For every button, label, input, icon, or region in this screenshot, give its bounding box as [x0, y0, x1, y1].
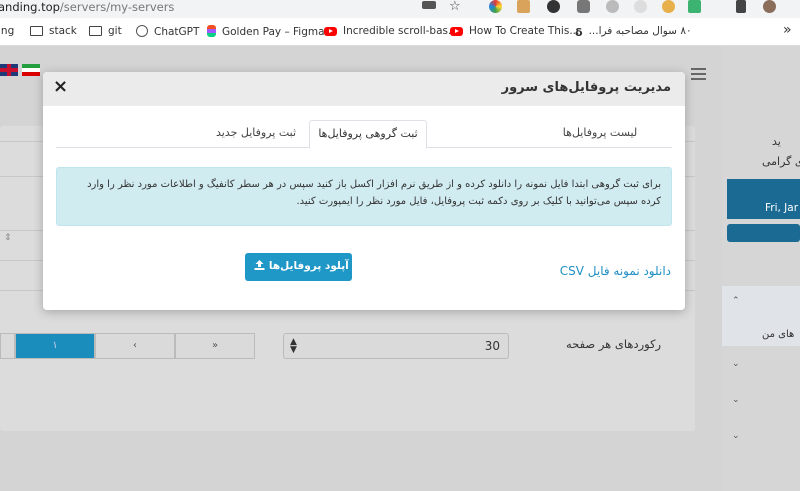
- folder-icon: [30, 26, 43, 36]
- prev-page-button[interactable]: ‹: [95, 333, 175, 359]
- language-switcher: [0, 64, 40, 76]
- bookmarks-overflow-button[interactable]: »: [783, 22, 792, 38]
- tab-profiles-list[interactable]: لیست پروفایل‌ها: [542, 120, 658, 148]
- bookmarks-bar: ing stack git ChatGPT Golden Pay – Figma…: [0, 18, 800, 46]
- google-icon[interactable]: [634, 0, 647, 13]
- bookmark-label: Golden Pay – Figma: [222, 26, 325, 38]
- chevron-down-icon[interactable]: ⌄: [732, 395, 740, 405]
- bookmark-label: ChatGPT: [154, 26, 200, 38]
- per-page-select[interactable]: ▲ ▼ 30: [283, 333, 509, 359]
- extension-feather-icon[interactable]: [662, 0, 675, 13]
- extension-color-icon[interactable]: [489, 0, 502, 13]
- first-page-button[interactable]: »: [175, 333, 255, 359]
- close-icon[interactable]: ×: [53, 76, 68, 98]
- uk-flag-icon[interactable]: [0, 64, 18, 76]
- bookmark-interview[interactable]: δ ۸۰ سوال مصاحبه فرا...: [575, 25, 692, 39]
- upload-icon: [254, 260, 265, 270]
- camera-icon[interactable]: [577, 0, 590, 13]
- url-host: anding.top: [0, 0, 60, 14]
- bookmark-label: stack: [49, 25, 77, 37]
- extension-green-icon[interactable]: [688, 0, 701, 13]
- extension-b-icon[interactable]: [547, 0, 560, 13]
- bookmark-label: How To Create This...: [469, 25, 580, 37]
- star-icon[interactable]: ☆: [449, 0, 462, 14]
- profile-avatar-icon[interactable]: [763, 0, 776, 13]
- per-page-label: رکوردهای هر صفحه: [566, 337, 662, 351]
- bookmark-stack[interactable]: stack: [30, 25, 77, 37]
- page-button[interactable]: [0, 333, 15, 359]
- figma-icon: [207, 25, 216, 37]
- page-button-current[interactable]: ۱: [15, 333, 95, 359]
- per-page-value: 30: [484, 339, 500, 353]
- chatgpt-icon: [136, 25, 148, 37]
- download-csv-sample-link[interactable]: دانلود نمونه فایل CSV: [560, 264, 671, 278]
- sidebar-date: Fri, Jar: [765, 202, 799, 214]
- pagination: ۱ ‹ »: [0, 333, 255, 359]
- bookmark-label: git: [108, 25, 122, 37]
- browser-url-bar[interactable]: anding.top/servers/my-servers ☆: [0, 0, 800, 18]
- sidebar-greeting: ید: [772, 135, 781, 148]
- youtube-icon: [450, 27, 463, 36]
- url-text[interactable]: anding.top/servers/my-servers: [0, 0, 174, 14]
- info-alert: برای ثبت گروهی ابتدا فایل نمونه را دانلو…: [56, 167, 672, 226]
- sidebar-action-button[interactable]: [727, 224, 800, 242]
- upload-button-label: آپلود پروفایل‌ها: [268, 260, 349, 272]
- bookmark-label: ۸۰ سوال مصاحبه فرا...: [588, 25, 692, 37]
- modal-tabs: لیست پروفایل‌ها ثبت گروهی پروفایل‌ها ثبت…: [56, 120, 672, 149]
- modal-header: × مدیریت پروفایل‌های سرور: [43, 72, 685, 106]
- key-icon[interactable]: [422, 1, 436, 9]
- bookmark-label: Incredible scroll-bas...: [343, 25, 458, 37]
- chevron-up-icon[interactable]: ⌃: [732, 296, 740, 306]
- folder-icon: [89, 26, 102, 36]
- alert-text: برای ثبت گروهی ابتدا فایل نمونه را دانلو…: [87, 179, 661, 207]
- tab-new-profile[interactable]: ثبت پروفایل جدید: [206, 120, 306, 148]
- sidebar-item-label[interactable]: های من: [762, 329, 794, 340]
- youtube-icon: [324, 27, 337, 36]
- right-sidebar: ید ی گرامی Fri, Jar ⌃ های من ⌄ ⌄ ⌄: [722, 46, 800, 491]
- bookmark-youtube-1[interactable]: Incredible scroll-bas...: [324, 25, 458, 37]
- select-arrows-icon: ▲ ▼: [290, 337, 297, 355]
- bookmark-youtube-2[interactable]: How To Create This...: [450, 25, 579, 37]
- bookmark-label: ing: [0, 25, 15, 37]
- server-profiles-modal: × مدیریت پروفایل‌های سرور لیست پروفایل‌ه…: [43, 72, 685, 310]
- bookmark-item[interactable]: ing: [0, 25, 14, 37]
- extension-c-icon[interactable]: [606, 0, 619, 13]
- hamburger-menu-icon[interactable]: [691, 68, 706, 80]
- modal-title: مدیریت پروفایل‌های سرور: [501, 80, 671, 95]
- sort-icon[interactable]: ⇕: [4, 233, 12, 243]
- extension-fox-icon[interactable]: [517, 0, 530, 13]
- sidebar-date-box: Fri, Jar: [727, 179, 800, 219]
- bookmark-git[interactable]: git: [89, 25, 122, 37]
- site-logo-icon: δ: [575, 26, 583, 39]
- bookmark-chatgpt[interactable]: ChatGPT: [136, 25, 199, 38]
- chevron-down-icon[interactable]: ⌄: [732, 359, 740, 369]
- bookmark-figma[interactable]: Golden Pay – Figma: [207, 25, 325, 38]
- tab-bulk-register[interactable]: ثبت گروهی پروفایل‌ها: [309, 120, 427, 149]
- chevron-down-icon[interactable]: ⌄: [732, 431, 740, 441]
- iran-flag-icon[interactable]: [22, 64, 40, 76]
- url-path: /servers/my-servers: [59, 0, 175, 14]
- sidebar-user-name: ی گرامی: [762, 155, 800, 168]
- upload-profiles-button[interactable]: آپلود پروفایل‌ها: [245, 253, 352, 281]
- sidepanel-icon[interactable]: [736, 0, 746, 13]
